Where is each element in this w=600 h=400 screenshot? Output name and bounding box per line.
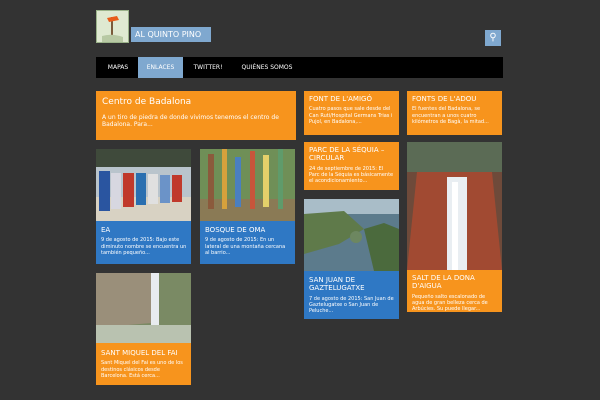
card-excerpt: 24 de septiembre de 2015: El Parc de la … — [309, 165, 394, 185]
card-title[interactable]: FONT DE L'AMIGÓ — [309, 95, 394, 103]
nav-item-quienes-somos[interactable]: QUIÉNES SOMOS — [236, 57, 298, 78]
site-title[interactable]: AL QUINTO PINO — [131, 27, 211, 42]
nav-item-enlaces[interactable]: ENLACES — [138, 57, 183, 78]
post-image-painted-forest[interactable] — [200, 149, 295, 221]
card-title[interactable]: SALT DE LA DONA D'AIGUA — [412, 274, 498, 291]
card-body: EA 9 de agosto de 2015: Bajo este diminu… — [101, 226, 187, 256]
post-card-gaztelugatxe[interactable]: SAN JUAN DE GAZTELUGATXE 7 de agosto de … — [304, 199, 399, 319]
post-card-dona-aigua[interactable]: SALT DE LA DONA D'AIGUA Pequeño salto es… — [407, 142, 502, 312]
card-body: SAN JUAN DE GAZTELUGATXE 7 de agosto de … — [309, 276, 395, 315]
post-card-bosque-oma[interactable]: BOSQUE DE OMA 9 de agosto de 2015: En un… — [200, 149, 295, 264]
card-excerpt: El fuentes del Badalona, se encuentran a… — [412, 106, 489, 125]
post-card-font-amigo[interactable]: FONT DE L'AMIGÓ Cuatro pasos que sale de… — [304, 91, 399, 135]
site-logo[interactable] — [96, 10, 129, 43]
card-excerpt: Sant Miquel del Fai es uno de los destin… — [101, 360, 183, 379]
post-image-cliff-waterfall[interactable] — [96, 273, 191, 343]
card-excerpt: 7 de agosto de 2015: San Juan de Gaztelu… — [309, 295, 394, 315]
nav-item-twitter[interactable]: TWITTER! — [188, 57, 228, 78]
featured-post-card[interactable]: Centro de Badalona A un tiro de piedra d… — [96, 91, 296, 140]
card-excerpt: A un tiro de piedra de donde vivimos ten… — [102, 113, 279, 129]
card-excerpt: Pequeño salto escalonado de agua de gran… — [412, 293, 488, 312]
card-excerpt: Cuatro pasos que sale desde del Can Ruti… — [309, 106, 393, 125]
card-excerpt: 9 de agosto de 2015: En un lateral de un… — [205, 237, 286, 256]
card-title[interactable]: BOSQUE DE OMA — [205, 226, 291, 234]
post-card-parc-sequia[interactable]: PARC DE LA SÉQUIA – CIRCULAR 24 de septi… — [304, 142, 399, 190]
card-body: BOSQUE DE OMA 9 de agosto de 2015: En un… — [205, 226, 291, 256]
card-excerpt: 9 de agosto de 2015: Bajo este diminuto … — [101, 237, 187, 256]
card-body: SANT MIQUEL DEL FAI Sant Miquel del Fai … — [101, 349, 187, 379]
search-icon: ⚲ — [489, 32, 497, 43]
card-title[interactable]: SANT MIQUEL DEL FAI — [101, 349, 187, 357]
card-title[interactable]: Centro de Badalona — [102, 97, 290, 108]
card-title[interactable]: SAN JUAN DE GAZTELUGATXE — [309, 276, 395, 293]
card-title[interactable]: PARC DE LA SÉQUIA – CIRCULAR — [309, 146, 394, 163]
card-title[interactable]: FONTS DE L'ADOU — [412, 95, 497, 103]
post-image-waterfall[interactable] — [407, 142, 502, 270]
post-card-sant-miquel[interactable]: SANT MIQUEL DEL FAI Sant Miquel del Fai … — [96, 273, 191, 385]
main-nav: MAPAS ENLACES TWITTER! QUIÉNES SOMOS — [96, 57, 503, 78]
post-image-beach-huts[interactable] — [96, 149, 191, 221]
post-image-coast-island[interactable] — [304, 199, 399, 271]
search-button[interactable]: ⚲ — [485, 30, 501, 46]
signpost-logo-icon — [97, 11, 128, 42]
card-title[interactable]: EA — [101, 226, 187, 234]
nav-item-mapas[interactable]: MAPAS — [100, 57, 136, 78]
card-body: SALT DE LA DONA D'AIGUA Pequeño salto es… — [412, 274, 498, 312]
post-card-fonts-adou[interactable]: FONTS DE L'ADOU El fuentes del Badalona,… — [407, 91, 502, 135]
post-card-ea[interactable]: EA 9 de agosto de 2015: Bajo este diminu… — [96, 149, 191, 264]
